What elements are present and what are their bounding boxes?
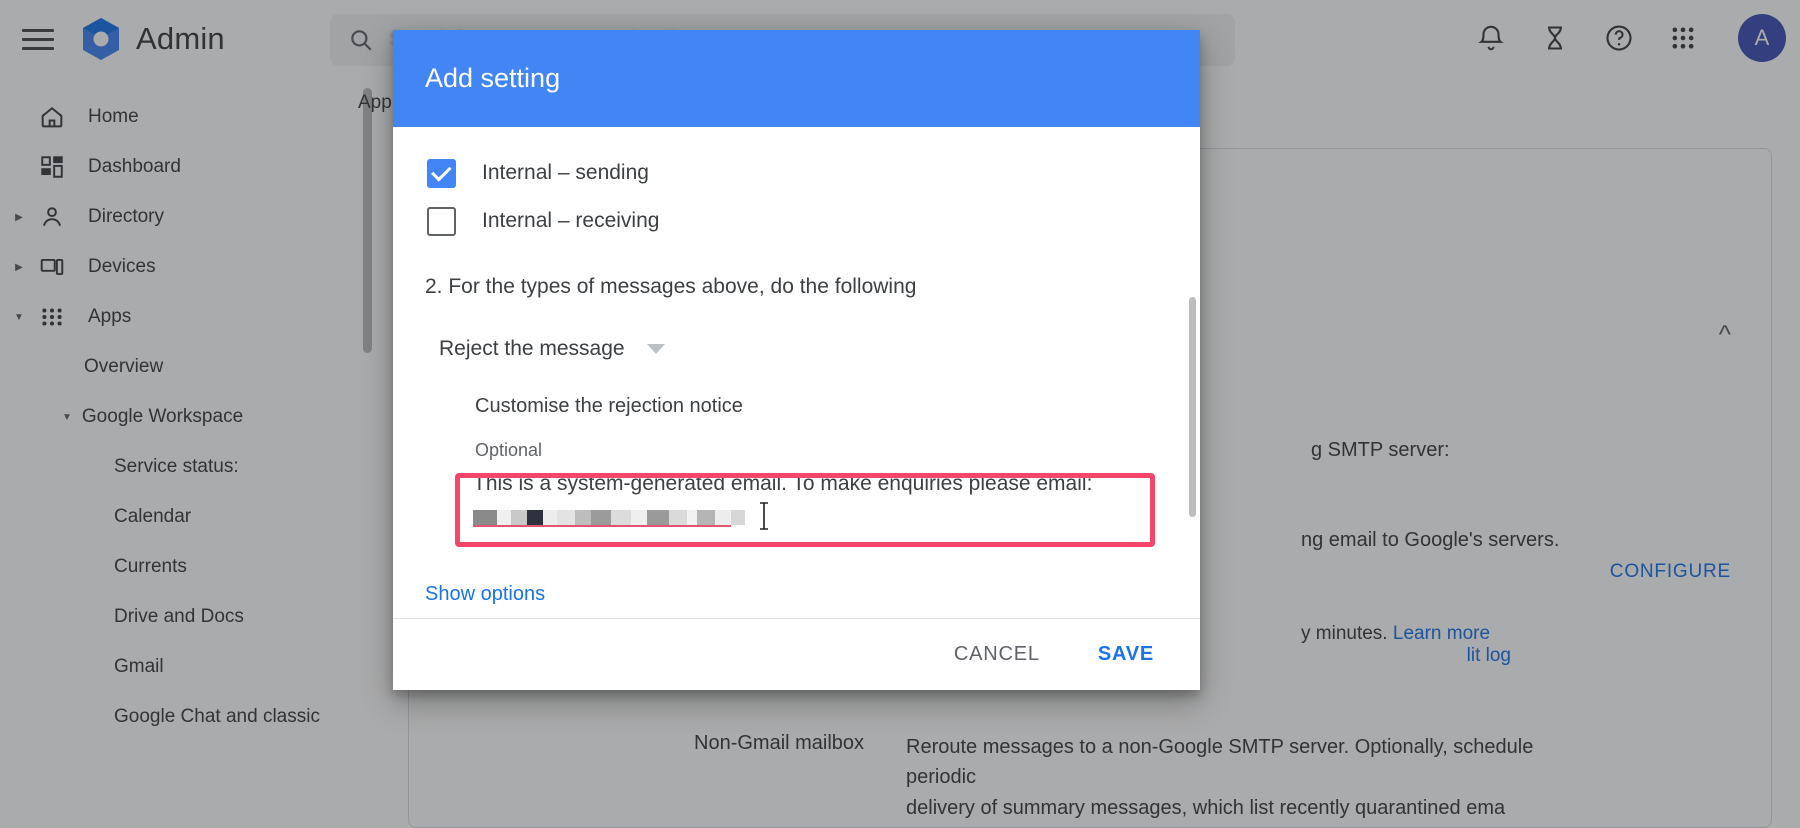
- dialog-title: Add setting: [425, 63, 561, 93]
- dialog-scrollbar[interactable]: [1189, 297, 1196, 517]
- checkbox-label: Internal – receiving: [482, 209, 660, 232]
- cancel-button[interactable]: CANCEL: [934, 631, 1060, 678]
- checkbox-internal-receiving[interactable]: [427, 206, 456, 236]
- add-setting-dialog: Add setting Internal – sending Internal …: [393, 30, 1200, 690]
- text-cursor-icon: [757, 501, 768, 530]
- chevron-down-icon[interactable]: [646, 344, 665, 354]
- checkbox-row-internal-sending[interactable]: Internal – sending: [427, 149, 1168, 197]
- dialog-header: Add setting: [393, 30, 1200, 127]
- dialog-footer: CANCEL SAVE: [393, 618, 1200, 690]
- customise-rejection-notice-label: Customise the rejection notice: [475, 395, 743, 417]
- spellcheck-underline: [473, 525, 731, 528]
- step-2-label: 2. For the types of messages above, do t…: [425, 275, 917, 298]
- action-select[interactable]: Reject the message: [425, 337, 1168, 361]
- save-button[interactable]: SAVE: [1078, 631, 1174, 678]
- checkbox-internal-sending[interactable]: [427, 158, 456, 188]
- rejection-notice-input[interactable]: This is a system-generated email. To mak…: [473, 472, 1163, 530]
- show-options-link[interactable]: Show options: [425, 583, 545, 606]
- screen-root: Admin Search for users, groups and setti…: [0, 0, 1800, 828]
- checkbox-row-internal-receiving[interactable]: Internal – receiving: [427, 197, 1168, 245]
- dialog-body: Internal – sending Internal – receiving …: [393, 127, 1200, 618]
- redacted-email-text: [473, 502, 1163, 530]
- rejection-notice-wrap: This is a system-generated email. To mak…: [425, 472, 1168, 547]
- optional-label: Optional: [475, 440, 543, 460]
- action-select-value: Reject the message: [439, 337, 625, 360]
- checkbox-label: Internal – sending: [482, 161, 649, 184]
- rejection-notice-value: This is a system-generated email. To mak…: [473, 472, 1093, 495]
